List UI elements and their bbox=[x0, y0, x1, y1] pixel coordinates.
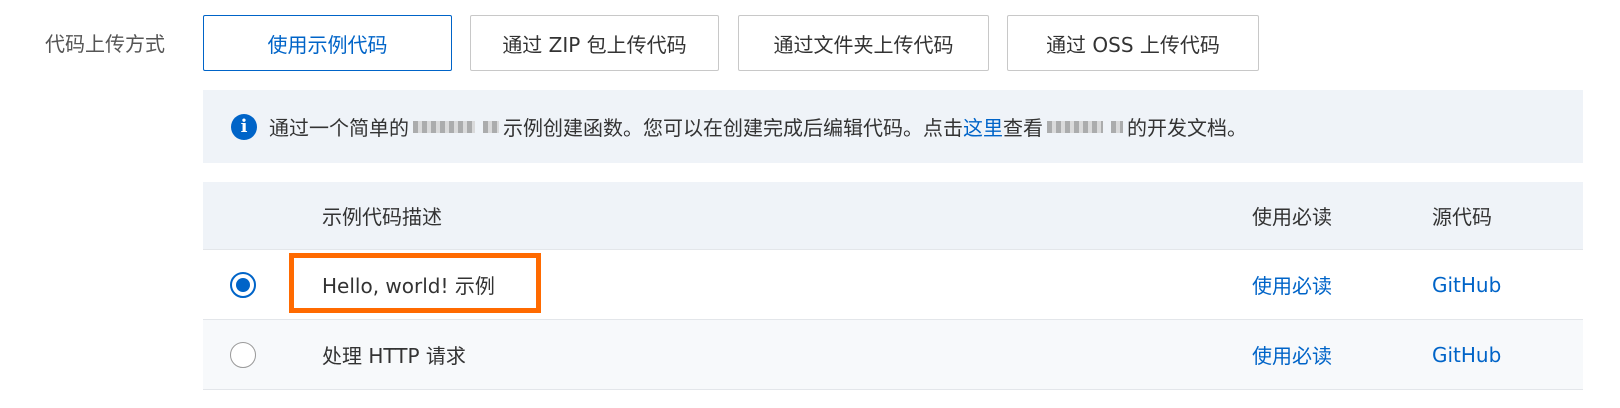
notice-text-1: 通过一个简单的 bbox=[269, 116, 409, 140]
github-link[interactable]: GitHub bbox=[1432, 320, 1501, 389]
notice-text-3: 查看 bbox=[1003, 116, 1043, 140]
redacted-text bbox=[1111, 120, 1123, 133]
info-icon: i bbox=[231, 113, 257, 140]
upload-method-label: 代码上传方式 bbox=[45, 32, 165, 56]
sample-radio-http[interactable] bbox=[230, 341, 256, 368]
table-row[interactable]: 处理 HTTP 请求 使用必读 GitHub bbox=[203, 320, 1583, 390]
upload-folder-button[interactable]: 通过文件夹上传代码 bbox=[738, 15, 989, 71]
use-sample-code-button[interactable]: 使用示例代码 bbox=[203, 15, 452, 71]
info-notice: i 通过一个简单的 示例创建函数。您可以在创建完成后编辑代码。点击 这里 查看 … bbox=[203, 90, 1583, 163]
github-link[interactable]: GitHub bbox=[1432, 250, 1501, 319]
upload-oss-button[interactable]: 通过 OSS 上传代码 bbox=[1007, 15, 1259, 71]
sample-code-table: 示例代码描述 使用必读 源代码 Hello, world! 示例 使用必读 Gi… bbox=[203, 182, 1583, 390]
redacted-text bbox=[1047, 120, 1103, 133]
read-first-link[interactable]: 使用必读 bbox=[1252, 320, 1332, 389]
redacted-text bbox=[413, 120, 475, 133]
header-description: 示例代码描述 bbox=[322, 205, 442, 229]
read-first-link[interactable]: 使用必读 bbox=[1252, 250, 1332, 319]
redacted-text bbox=[483, 120, 499, 133]
notice-text-2: 示例创建函数。您可以在创建完成后编辑代码。点击 bbox=[503, 116, 963, 140]
table-header: 示例代码描述 使用必读 源代码 bbox=[203, 182, 1583, 250]
row-description: Hello, world! 示例 bbox=[322, 274, 495, 298]
table-row[interactable]: Hello, world! 示例 使用必读 GitHub bbox=[203, 250, 1583, 320]
row-description: 处理 HTTP 请求 bbox=[322, 344, 466, 368]
notice-text-4: 的开发文档。 bbox=[1127, 116, 1247, 140]
upload-zip-button[interactable]: 通过 ZIP 包上传代码 bbox=[470, 15, 719, 71]
sample-radio-hello-world[interactable] bbox=[230, 271, 256, 298]
header-read-first: 使用必读 bbox=[1252, 205, 1332, 229]
header-source-code: 源代码 bbox=[1432, 205, 1492, 229]
docs-here-link[interactable]: 这里 bbox=[963, 112, 1003, 141]
